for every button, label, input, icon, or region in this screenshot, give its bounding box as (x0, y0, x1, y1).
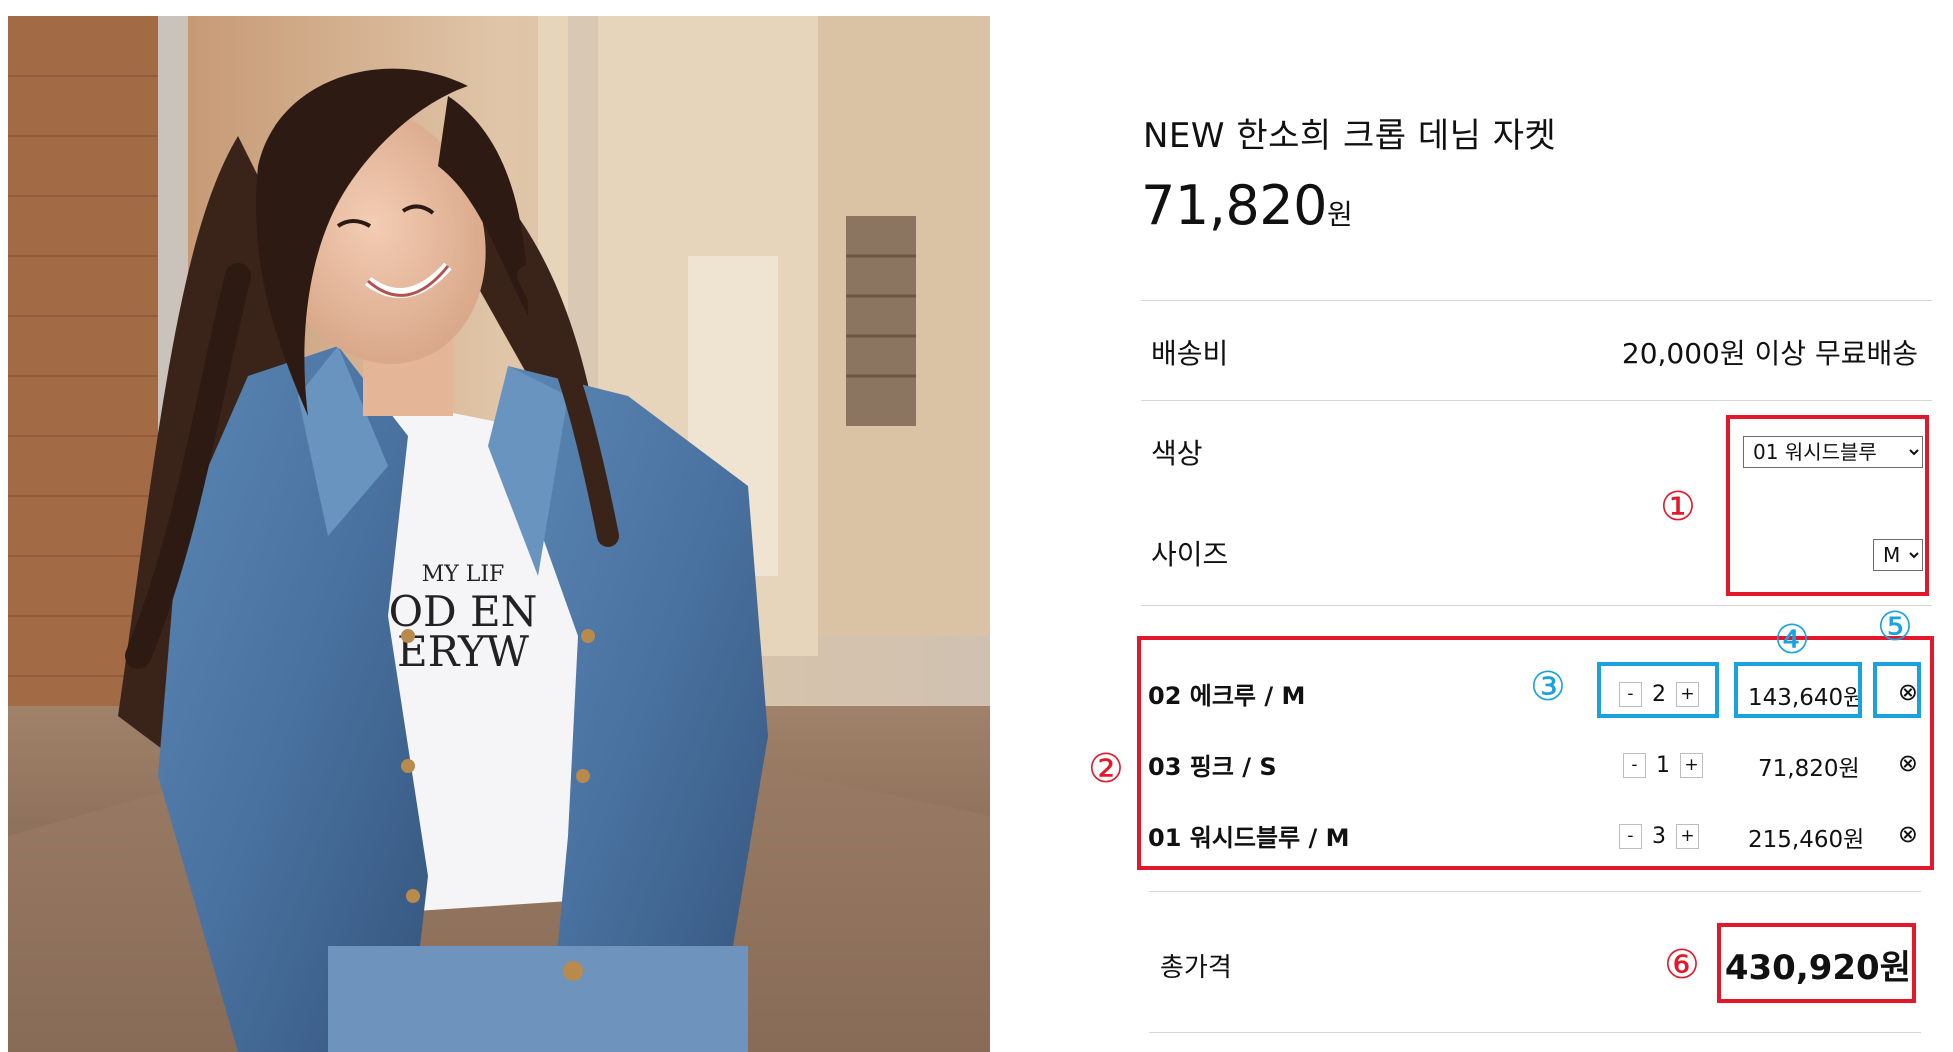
model-denim-jacket-illustration: MY LIF OD EN ERYW (8, 16, 990, 1052)
shipping-value: 20,000원 이상 무료배송 (1621, 337, 1918, 370)
annotation-marker-2: ② (1088, 746, 1124, 792)
color-label: 색상 (1151, 437, 1203, 470)
size-label: 사이즈 (1151, 538, 1229, 571)
shirt-print-line1: MY LIF (422, 562, 505, 587)
shirt-print-line3: ERYW (397, 627, 530, 676)
price-number: 71,820 (1141, 174, 1327, 237)
annotation-box-total (1717, 923, 1916, 1003)
divider (1149, 1032, 1921, 1033)
divider (1149, 891, 1921, 892)
price-unit: 원 (1326, 198, 1353, 231)
divider (1141, 400, 1932, 401)
annotation-marker-6: ⑥ (1664, 942, 1700, 988)
shipping-label: 배송비 (1151, 337, 1229, 370)
annotation-marker-4: ④ (1774, 617, 1810, 663)
annotation-marker-3: ③ (1530, 664, 1566, 710)
total-label: 총가격 (1160, 953, 1232, 983)
annotation-box-quantity (1597, 662, 1719, 718)
annotation-box-amount (1734, 662, 1862, 718)
product-title: NEW 한소희 크롭 데님 자켓 (1143, 116, 1557, 156)
divider (1141, 605, 1932, 606)
divider (1141, 300, 1932, 301)
product-price: 71,820원 (1141, 174, 1353, 237)
product-photo: MY LIF OD EN ERYW (8, 16, 990, 1052)
annotation-box-options (1726, 415, 1929, 596)
annotation-box-remove (1873, 662, 1921, 718)
annotation-marker-5: ⑤ (1877, 604, 1913, 650)
annotation-marker-1: ① (1660, 484, 1696, 530)
